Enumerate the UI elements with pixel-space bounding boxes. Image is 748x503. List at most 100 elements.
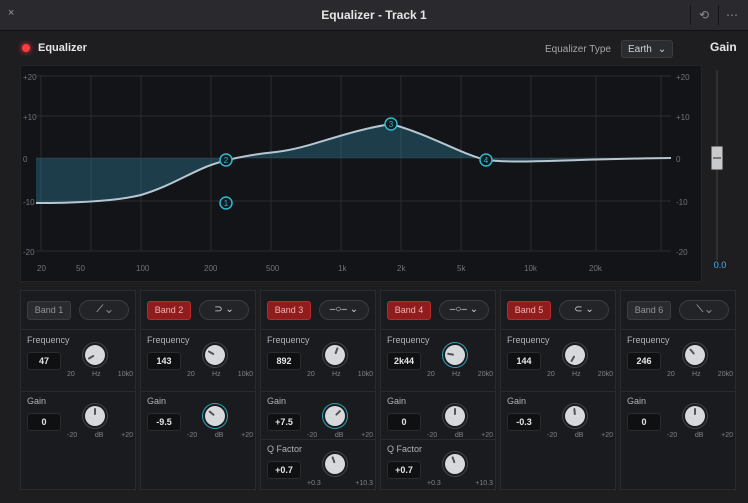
band-3-frequency-knob[interactable]: [322, 342, 348, 368]
band-4-gain: Gain 0 -20 dB +20: [381, 391, 495, 446]
band-4-gain-value[interactable]: 0: [387, 413, 421, 431]
band-6-frequency-scale: 20 Hz 20k0: [667, 371, 733, 378]
band-2-gain-knob[interactable]: [200, 401, 230, 431]
band-6-frequency: Frequency 246 20 Hz 20k0: [621, 331, 735, 385]
x-label-0: 20: [37, 264, 46, 273]
band-5-gain-label: Gain: [507, 396, 527, 406]
band-1-header: Band 1 ⟋ ⌄: [21, 291, 135, 330]
low-pass-filter-icon: ⟍: [696, 304, 704, 315]
band-6-frequency-value[interactable]: 246: [627, 352, 661, 370]
chevron-down-icon: ⌄: [706, 304, 712, 315]
band-4-frequency-value[interactable]: 2k44: [387, 352, 421, 370]
band-4-q-label: Q Factor: [387, 444, 423, 454]
band-6-toggle[interactable]: Band 6: [627, 301, 671, 320]
y-label-left-0: +20: [23, 73, 37, 82]
band-6-header: Band 6 ⟍ ⌄: [621, 291, 735, 330]
y-label-left-2: 0: [23, 155, 28, 164]
band-6-gain-knob[interactable]: [685, 406, 705, 426]
band-4-frequency-knob[interactable]: [443, 343, 467, 367]
band-3-toggle[interactable]: Band 3: [267, 301, 311, 320]
eq-graph[interactable]: +20 +10 0 -10 -20 +20 +10 0 -10 -20 20 5…: [20, 65, 702, 282]
y-label-left-1: +10: [23, 113, 37, 122]
band-2-gain-scale: -20 dB +20: [187, 432, 253, 439]
band-marker-2[interactable]: 2: [219, 153, 233, 167]
band-3-frequency-value[interactable]: 892: [267, 352, 301, 370]
band-5-gain-value[interactable]: -0.3: [507, 413, 541, 431]
band-3-q-value[interactable]: +0.7: [267, 461, 301, 479]
band-controls: Band 1 ⟋ ⌄ Frequency 47 20 Hz 10k0 Gain …: [20, 290, 740, 490]
band-4-q-factor: Q Factor +0.7 +0.3 +10.3: [381, 439, 495, 492]
y-label-right-4: -20: [676, 248, 688, 257]
band-5-frequency-value[interactable]: 144: [507, 352, 541, 370]
band-3-q-knob[interactable]: [322, 451, 348, 477]
band-4-filter-select[interactable]: –○– ⌄: [439, 300, 489, 320]
band-3-header: Band 3 –○– ⌄: [261, 291, 375, 330]
band-6-filter-select[interactable]: ⟍ ⌄: [679, 300, 729, 320]
band-3-q-scale: +0.3 +10.3: [307, 480, 373, 487]
band-2-filter-select[interactable]: ⊃ ⌄: [199, 300, 249, 320]
gain-value: 0.0: [713, 260, 727, 270]
equalizer-type-select[interactable]: Earth ⌄: [620, 40, 674, 58]
band-1-gain-scale: -20 dB +20: [67, 432, 133, 439]
band-2-frequency-scale: 20 Hz 10k0: [187, 371, 253, 378]
gain-fader[interactable]: [711, 70, 723, 260]
band-2-frequency: Frequency 143 20 Hz 10k0: [141, 331, 255, 385]
band-3-q-label: Q Factor: [267, 444, 303, 454]
band-5-toggle[interactable]: Band 5: [507, 301, 551, 320]
band-4-header: Band 4 –○– ⌄: [381, 291, 495, 330]
window-title: Equalizer - Track 1: [321, 8, 427, 22]
band-1-frequency-knob[interactable]: [81, 341, 109, 369]
band-2: Band 2 ⊃ ⌄ Frequency 143 20 Hz 10k0 Gain…: [140, 290, 256, 490]
band-3-q-factor: Q Factor +0.7 +0.3 +10.3: [261, 439, 375, 492]
equalizer-toggle[interactable]: Equalizer: [22, 42, 87, 54]
bell-filter-icon: –○–: [329, 304, 347, 315]
svg-text:2: 2: [224, 156, 229, 165]
x-label-6: 2k: [397, 264, 406, 273]
band-4-gain-knob[interactable]: [445, 406, 465, 426]
high-pass-filter-icon: ⟋: [96, 304, 104, 315]
band-1-frequency-value[interactable]: 47: [27, 352, 61, 370]
chevron-down-icon: ⌄: [349, 304, 359, 315]
band-4-toggle[interactable]: Band 4: [387, 301, 431, 320]
band-2-gain-value[interactable]: -9.5: [147, 413, 181, 431]
band-3-filter-select[interactable]: –○– ⌄: [319, 300, 369, 320]
band-marker-1[interactable]: 1: [219, 196, 233, 210]
band-marker-3[interactable]: 3: [384, 117, 398, 131]
chevron-down-icon: ⌄: [585, 304, 594, 315]
band-4-q-scale: +0.3 +10.3: [427, 480, 493, 487]
band-3-frequency-scale: 20 Hz 10k0: [307, 371, 373, 378]
band-4-q-knob[interactable]: [442, 451, 468, 477]
band-4-gain-label: Gain: [387, 396, 407, 406]
band-5-filter-select[interactable]: ⊂ ⌄: [559, 300, 609, 320]
band-1-gain-value[interactable]: 0: [27, 413, 61, 431]
band-5-frequency-knob[interactable]: [561, 341, 589, 369]
more-icon[interactable]: ⋯: [718, 5, 745, 25]
band-2-toggle[interactable]: Band 2: [147, 301, 191, 320]
band-5: Band 5 ⊂ ⌄ Frequency 144 20 Hz 20k0 Gain…: [500, 290, 616, 490]
band-5-frequency-label: Frequency: [507, 335, 550, 345]
band-4: Band 4 –○– ⌄ Frequency 2k44 20 Hz 20k0 G…: [380, 290, 496, 490]
band-6-frequency-knob[interactable]: [680, 340, 710, 370]
band-marker-4[interactable]: 4: [479, 153, 493, 167]
band-1-toggle[interactable]: Band 1: [27, 301, 71, 320]
chevron-down-icon: ⌄: [106, 304, 112, 315]
eq-graph-svg: +20 +10 0 -10 -20 +20 +10 0 -10 -20 20 5…: [23, 73, 690, 273]
x-label-3: 200: [204, 264, 218, 273]
band-3-gain-knob[interactable]: [320, 401, 350, 431]
gain-fader-knob[interactable]: [711, 146, 723, 170]
gain-title: Gain: [710, 40, 737, 54]
band-6-gain-value[interactable]: 0: [627, 413, 661, 431]
band-6-gain-label: Gain: [627, 396, 647, 406]
band-1-filter-select[interactable]: ⟋ ⌄: [79, 300, 129, 320]
band-4-frequency-label: Frequency: [387, 335, 430, 345]
band-2-frequency-knob[interactable]: [201, 341, 229, 369]
band-4-q-value[interactable]: +0.7: [387, 461, 421, 479]
reset-icon[interactable]: ⟲: [690, 5, 717, 25]
band-2-gain: Gain -9.5 -20 dB +20: [141, 391, 255, 446]
band-6-gain-scale: -20 dB +20: [667, 432, 733, 439]
band-2-frequency-value[interactable]: 143: [147, 352, 181, 370]
band-5-gain-knob[interactable]: [564, 405, 586, 427]
band-1-gain-knob[interactable]: [85, 406, 105, 426]
y-label-left-4: -20: [23, 248, 35, 257]
band-3-gain-value[interactable]: +7.5: [267, 413, 301, 431]
